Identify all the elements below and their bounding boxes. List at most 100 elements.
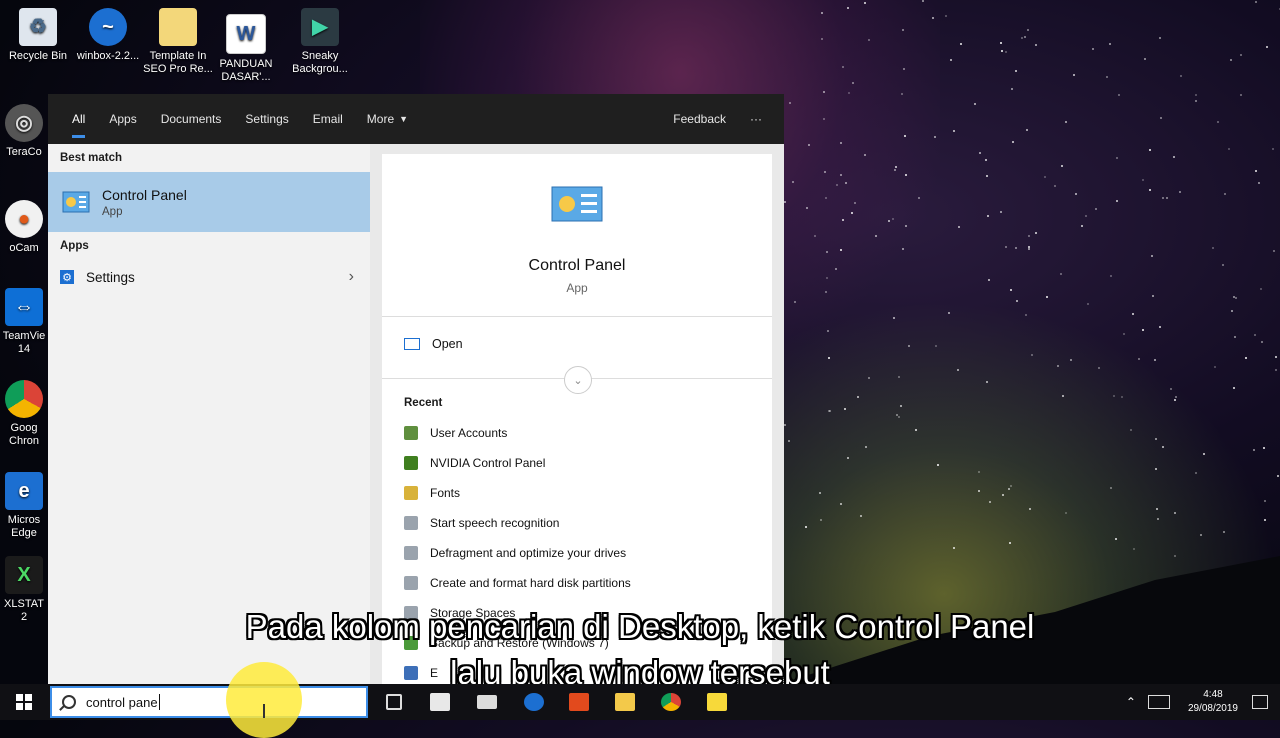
start-button[interactable] bbox=[0, 684, 48, 720]
star bbox=[1043, 176, 1046, 179]
recent-item-speech[interactable]: Start speech recognition bbox=[404, 508, 772, 538]
tab-settings[interactable]: Settings bbox=[233, 94, 300, 144]
star bbox=[958, 226, 961, 229]
star bbox=[1024, 35, 1027, 38]
task-view-button[interactable] bbox=[374, 688, 414, 716]
star bbox=[895, 165, 898, 168]
star bbox=[1232, 386, 1235, 389]
star bbox=[1035, 43, 1038, 46]
chevron-right-icon[interactable]: › bbox=[349, 268, 354, 286]
preview-subtitle: App bbox=[566, 281, 588, 295]
star bbox=[1064, 120, 1067, 123]
tab-apps[interactable]: Apps bbox=[97, 94, 148, 144]
more-options-button[interactable]: ··· bbox=[738, 94, 774, 144]
star bbox=[1095, 207, 1098, 210]
taskbar-chrome[interactable] bbox=[651, 688, 691, 716]
star bbox=[1144, 57, 1147, 60]
fonts-icon bbox=[404, 486, 418, 500]
desktop-icon-ocam[interactable]: ● oCam bbox=[0, 200, 48, 255]
desktop-icon-sneaky[interactable]: ▶ Sneaky Backgrou... bbox=[284, 8, 356, 76]
star bbox=[829, 409, 831, 412]
edge-icon: e bbox=[5, 472, 43, 510]
windows-logo-icon bbox=[16, 694, 32, 710]
star bbox=[1260, 341, 1263, 344]
star bbox=[1245, 356, 1248, 359]
taskbar-file-explorer[interactable] bbox=[605, 688, 645, 716]
star bbox=[1233, 335, 1236, 338]
star bbox=[1060, 165, 1063, 168]
search-panel: All Apps Documents Settings Email More ▼ … bbox=[48, 94, 784, 684]
desktop-icon-recycle-bin[interactable]: ♻ Recycle Bin bbox=[2, 8, 74, 63]
taskbar-search-box[interactable]: control pane bbox=[50, 686, 368, 718]
desktop-icon-template-folder[interactable]: Template In SEO Pro Re... bbox=[142, 8, 214, 76]
office-icon bbox=[569, 693, 589, 711]
star bbox=[1274, 355, 1277, 358]
best-match-header: Best match bbox=[60, 152, 122, 164]
results-list: Best match Control Panel App Apps ⚙ Sett… bbox=[48, 144, 370, 684]
star bbox=[986, 174, 989, 177]
desktop-icon-panduan-doc[interactable]: W PANDUAN DASAR'... bbox=[210, 14, 282, 84]
chrome-icon bbox=[5, 380, 43, 418]
result-preview-pane: Control Panel App Open ⌄ Recent User Acc… bbox=[370, 144, 784, 684]
desktop-icon-winbox[interactable]: ~ winbox-2.2... bbox=[72, 8, 144, 63]
clock[interactable]: 4:48 29/08/2019 bbox=[1188, 688, 1238, 716]
tab-documents[interactable]: Documents bbox=[149, 94, 234, 144]
chevron-up-icon[interactable]: ⌃ bbox=[1126, 695, 1136, 709]
star bbox=[1211, 247, 1214, 250]
tab-more[interactable]: More ▼ bbox=[355, 94, 420, 144]
star bbox=[987, 278, 990, 281]
open-action[interactable]: Open bbox=[382, 317, 772, 371]
star bbox=[1046, 295, 1049, 298]
notification-icon[interactable] bbox=[1252, 695, 1268, 709]
star bbox=[1166, 196, 1169, 199]
tab-email[interactable]: Email bbox=[301, 94, 355, 144]
star bbox=[1230, 58, 1233, 61]
recent-item-defragment[interactable]: Defragment and optimize your drives bbox=[404, 538, 772, 568]
star bbox=[1271, 148, 1274, 151]
best-match-title: Control Panel bbox=[102, 186, 187, 203]
taskbar-sticky-notes[interactable] bbox=[697, 688, 737, 716]
recent-item-fonts[interactable]: Fonts bbox=[404, 478, 772, 508]
recent-item-partitions[interactable]: Create and format hard disk partitions bbox=[404, 568, 772, 598]
taskbar-office[interactable] bbox=[559, 688, 599, 716]
star bbox=[1072, 73, 1075, 76]
taskbar-store[interactable] bbox=[420, 688, 460, 716]
keyboard-icon[interactable] bbox=[1147, 695, 1170, 709]
star bbox=[1000, 42, 1003, 45]
star bbox=[952, 129, 955, 132]
nvidia-icon bbox=[404, 456, 418, 470]
desktop-icon-teracopy[interactable]: ◎ TeraCo bbox=[0, 104, 48, 159]
star bbox=[865, 445, 868, 448]
task-view-icon bbox=[386, 694, 402, 710]
desktop-icon-chrome[interactable]: Goog Chron bbox=[0, 380, 48, 448]
star bbox=[985, 159, 988, 162]
star bbox=[1075, 193, 1078, 196]
star bbox=[1034, 231, 1037, 234]
feedback-button[interactable]: Feedback bbox=[661, 94, 738, 144]
tab-all[interactable]: All bbox=[60, 94, 97, 144]
recent-item-user-accounts[interactable]: User Accounts bbox=[404, 418, 772, 448]
app-result-settings[interactable]: ⚙ Settings › bbox=[48, 260, 370, 294]
teamviewer-icon: ⇔ bbox=[5, 288, 43, 326]
star bbox=[1172, 156, 1175, 159]
star bbox=[1158, 37, 1161, 40]
star bbox=[841, 65, 844, 68]
star bbox=[839, 173, 842, 176]
taskbar-mail[interactable] bbox=[467, 688, 507, 716]
star bbox=[1148, 149, 1151, 152]
file-explorer-icon bbox=[615, 693, 635, 711]
star bbox=[839, 141, 842, 144]
star bbox=[1015, 299, 1018, 302]
taskbar: control pane ⌃ 4:48 29/08/2019 bbox=[0, 684, 1280, 720]
search-input-value[interactable]: control pane bbox=[86, 695, 158, 710]
star bbox=[945, 15, 948, 18]
best-match-control-panel[interactable]: Control Panel App bbox=[48, 172, 370, 232]
star bbox=[1155, 467, 1158, 470]
cursor-highlight bbox=[226, 662, 302, 738]
desktop-icon-edge[interactable]: e Micros Edge bbox=[0, 472, 48, 540]
taskbar-edge[interactable] bbox=[514, 688, 554, 716]
star bbox=[1120, 396, 1123, 399]
expand-chevron-icon[interactable]: ⌄ bbox=[564, 366, 592, 394]
desktop-icon-teamviewer[interactable]: ⇔ TeamVie 14 bbox=[0, 288, 48, 356]
recent-item-nvidia[interactable]: NVIDIA Control Panel bbox=[404, 448, 772, 478]
